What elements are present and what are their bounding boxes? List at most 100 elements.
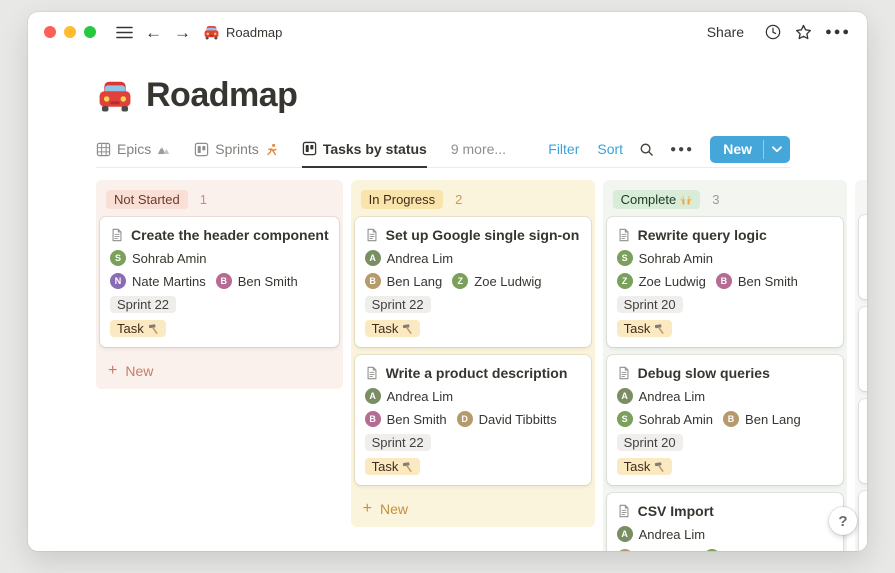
card-people-row: S Sohrab Amin B Ben Lang [616,411,833,427]
column-name: Complete [620,192,677,207]
card-people-row: B Ben Lang Z Zoe Ludwig [364,273,581,289]
close-button[interactable] [44,26,56,38]
tab-tasks-by-status[interactable]: Tasks by status [301,132,427,168]
hammer-icon [147,323,159,335]
help-button[interactable]: ? [829,507,857,535]
board-column-complete: Complete 3 Rewrite query logic S Sohrab Amin… [602,180,847,552]
task-card[interactable]: Rewrite query logic S Sohrab Amin Z Zoe Ludw… [606,217,843,347]
menu-icon[interactable] [116,26,133,39]
person: Z Zoe Ludwig [616,273,706,289]
column-header: Not Started 1 [100,184,339,217]
page-icon [617,504,631,518]
page-icon [110,228,124,242]
person-name: Ben Smith [737,273,798,289]
raised-hands-icon [680,194,692,206]
column-status-badge[interactable]: In Progress [360,190,444,209]
tab-label: Sprints [215,141,259,157]
person: B Ben Smith [715,273,798,289]
new-button[interactable]: New [710,135,790,163]
avatar: Z [704,549,721,551]
card-tag-row: Task [364,458,581,475]
task-chip: Task [110,320,166,337]
traffic-lights [44,26,96,38]
person: S Sohrab Amin [616,411,713,427]
tab-epics[interactable]: Epics [96,131,170,167]
column-status-badge[interactable]: Not Started [106,190,188,209]
tabs-more-button[interactable]: 9 more... [451,131,506,167]
task-chip: Task [616,320,673,337]
zoom-button[interactable] [84,26,96,38]
column-status-badge[interactable] [865,190,867,207]
avatar: B [364,411,381,427]
tab-label: Epics [117,141,152,157]
person-name: Zoe Ludwig [638,273,706,289]
page-icon [617,366,631,380]
task-card[interactable]: Debug slow queries A Andrea Lim S Sohrab Ami… [606,355,843,485]
task-card[interactable]: Set up Google single sign-on A Andrea Lim B… [354,217,591,347]
page-icon [617,228,631,242]
new-button-label[interactable]: New [710,136,763,163]
person-name: Ben Lang [745,411,801,427]
card-title-text: Write a product description [385,364,568,381]
filter-button[interactable]: Filter [548,141,579,157]
page-icon [365,228,379,242]
favorite-star-icon[interactable] [794,23,813,42]
window-topbar: ← → Roadmap Share ●●● [28,12,867,52]
task-card[interactable]: SprintTask [858,215,867,299]
column-count: 1 [199,192,207,207]
column-name: In Progress [368,192,436,207]
card-title: Set up Google single sign-on [365,226,581,243]
forward-arrow-icon[interactable]: → [174,24,191,41]
card-title-text: Debug slow queries [637,364,770,381]
plus-icon: + [362,500,372,517]
avatar: A [616,526,633,542]
card-sprint-row: Sprint 22 [364,296,581,313]
add-new-card-button[interactable]: + New [355,493,591,523]
card-title: Debug slow queries [617,364,833,381]
column-count: 3 [712,192,720,207]
board-column-not-started: Not Started 1 Create the header component S… [96,180,343,389]
person: S Sohrab Amin [110,250,206,266]
hammer-icon [401,461,413,473]
person: A Andrea Lim [616,526,705,542]
task-card[interactable]: SprintTask [858,399,867,483]
avatar: N [110,273,126,289]
sprint-chip: Sprint 22 [110,296,177,313]
task-card[interactable]: CSV ImportA Andrea Lim B Ben Lang Z Zoe Ludwi… [606,493,843,552]
clock-icon[interactable] [764,23,782,41]
card-tag-row: Task [110,320,329,337]
tab-sprints[interactable]: Sprints [194,131,278,167]
tab-label: Tasks by status [322,140,427,157]
card-people-row: Z Zoe Ludwig B Ben Smith [616,273,833,289]
view-more-options-icon[interactable]: ●●● [670,144,694,155]
card-title-text: CSV Import [637,502,714,519]
card-people-row: A Andrea Lim [364,388,581,404]
task-card[interactable]: Create the header component S Sohrab Amin N… [100,217,339,347]
search-icon[interactable] [639,142,654,157]
tab-label: 9 more... [450,141,507,157]
add-new-card-button[interactable]: + New [100,355,339,385]
board-icon [302,141,317,156]
column-header [859,184,867,215]
avatar: A [364,250,381,266]
avatar: Z [452,273,469,289]
more-options-icon[interactable]: ●●● [825,26,851,38]
card-title-text: Create the header component [131,226,329,243]
share-button[interactable]: Share [707,24,744,40]
sprint-chip: Sprint 22 [364,434,431,451]
task-card[interactable]: Write a product description A Andrea Lim B B… [354,355,591,485]
task-card[interactable]: SprintTask [858,491,867,551]
person-name: Zoe Ludwig [726,550,793,552]
person-name: Ben Smith [237,273,298,289]
board-column-partial: SprintTask SprintTask SprintTask SprintTask [854,180,867,551]
chevron-down-icon[interactable] [764,136,790,163]
minimize-button[interactable] [64,26,76,38]
column-status-badge[interactable]: Complete [612,190,701,209]
sprint-chip: Sprint 20 [616,434,683,451]
person: D David Tibbitts [456,411,557,427]
breadcrumb[interactable]: Roadmap [203,24,282,41]
sort-button[interactable]: Sort [597,141,623,157]
task-card[interactable]: SprintTask [858,307,867,391]
back-arrow-icon[interactable]: ← [145,24,162,41]
column-count: 2 [455,192,463,207]
